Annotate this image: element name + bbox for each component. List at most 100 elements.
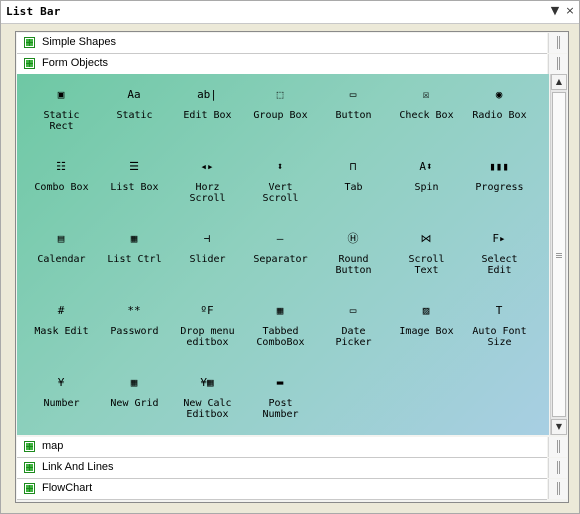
mask-edit-icon: #: [57, 303, 65, 317]
toolbox-item-label: Static: [116, 110, 153, 121]
toolbox-item[interactable]: ⬚ Group Box: [244, 82, 317, 148]
horz-scroll-icon: ◂▸: [200, 159, 214, 173]
toolbox-item-label: Button: [335, 110, 372, 121]
toolbox-item-label: Image Box: [399, 326, 454, 337]
scroll-thumb[interactable]: [552, 92, 566, 417]
toolbox-item-label: Mask Edit: [34, 326, 89, 337]
scroll-down-button[interactable]: ▼: [551, 419, 567, 435]
section-flowchart[interactable]: FlowChart: [17, 479, 567, 500]
section-label: FlowChart: [42, 482, 93, 494]
section-simple-shapes[interactable]: Simple Shapes: [17, 33, 567, 54]
close-icon[interactable]: ×: [563, 4, 577, 18]
group-box-icon: ⬚: [276, 87, 284, 101]
toolbox-item[interactable]: ▦ New Grid: [98, 370, 171, 435]
toolbox-item-label: Select Edit: [481, 254, 518, 276]
toolbox-item-label: Check Box: [399, 110, 454, 121]
radio-box-icon: ◉: [495, 87, 503, 101]
image-box-icon: ▨: [422, 303, 430, 317]
toolbox-item[interactable]: ⬍ Vert Scroll: [244, 154, 317, 220]
toolbox-item[interactable]: ¥ Number: [25, 370, 98, 435]
scroll-up-button[interactable]: ▲: [551, 74, 567, 90]
toolbox-item[interactable]: A⬍ Spin: [390, 154, 463, 220]
toolbox-item-label: Password: [110, 326, 159, 337]
section-label: Link And Lines: [42, 461, 114, 473]
toolbox-item[interactable]: F▸ Select Edit: [463, 226, 536, 292]
section-handle: [548, 54, 567, 74]
grid-icon: [24, 441, 35, 452]
form-objects-content: ▣ Static Rect Aa Static ab| Edit Box ⬚ Group Bo…: [17, 74, 549, 435]
toolbox-item-label: Group Box: [253, 110, 308, 121]
separator-icon: —: [276, 231, 284, 245]
toolbox-item[interactable]: ☒ Check Box: [390, 82, 463, 148]
toolbox-item[interactable]: ⊓ Tab: [317, 154, 390, 220]
grid-icon: [24, 58, 35, 69]
section-handle: [548, 479, 567, 499]
number-icon: ¥: [57, 375, 65, 389]
toolbox-item[interactable]: # Mask Edit: [25, 298, 98, 364]
toolbox-item[interactable]: Ⓗ Round Button: [317, 226, 390, 292]
toolbox-item-label: Vert Scroll: [262, 182, 299, 204]
toolbox-item[interactable]: ⋈ Scroll Text: [390, 226, 463, 292]
post-number-icon: ▬: [276, 375, 284, 389]
toolbox-item[interactable]: ab| Edit Box: [171, 82, 244, 148]
toolbox-item-label: Calendar: [37, 254, 86, 265]
toolbox-item-label: Separator: [253, 254, 308, 265]
toolbox-item[interactable]: ºF Drop menu editbox: [171, 298, 244, 364]
toolbox-item-label: New Grid: [110, 398, 159, 409]
toolbox-item[interactable]: — Separator: [244, 226, 317, 292]
title-bar: List Bar ▼ ×: [1, 1, 579, 24]
window-title: List Bar: [6, 5, 61, 18]
grid-icon: [24, 37, 35, 48]
toolbox-item[interactable]: ▣ Static Rect: [25, 82, 98, 148]
toolbox-item[interactable]: ☷ Combo Box: [25, 154, 98, 220]
static-rect-icon: ▣: [57, 87, 65, 101]
toolbox-item[interactable]: ▬ Post Number: [244, 370, 317, 435]
toolbox-item[interactable]: ▨ Image Box: [390, 298, 463, 364]
new-calc-editbox-icon: ¥▦: [200, 375, 214, 389]
section-handle: [548, 33, 567, 53]
toolbox-item[interactable]: ⊣ Slider: [171, 226, 244, 292]
new-grid-icon: ▦: [130, 375, 138, 389]
toolbox-item[interactable]: ◉ Radio Box: [463, 82, 536, 148]
toolbox-item-label: Horz Scroll: [189, 182, 226, 204]
toolbox-item-label: New Calc Editbox: [183, 398, 232, 420]
button-icon: ▭: [349, 87, 357, 101]
auto-font-size-icon: T: [495, 303, 503, 317]
toolbox-item[interactable]: ¥▦ New Calc Editbox: [171, 370, 244, 435]
toolbox-item[interactable]: ▦ List Ctrl: [98, 226, 171, 292]
slider-icon: ⊣: [203, 231, 211, 245]
list-box-icon: ☰: [129, 159, 139, 173]
vert-scroll-icon: ⬍: [276, 159, 284, 173]
toolbox-item-label: Scroll Text: [408, 254, 445, 276]
toolbox-item[interactable]: ▭ Button: [317, 82, 390, 148]
section-handle: [548, 458, 567, 478]
select-edit-icon: F▸: [492, 231, 506, 245]
password-icon: **: [127, 303, 141, 317]
toolbox-item[interactable]: T Auto Font Size: [463, 298, 536, 364]
section-form-objects[interactable]: Form Objects: [17, 54, 567, 75]
section-link-and-lines[interactable]: Link And Lines: [17, 458, 567, 479]
toolbox-item-label: List Ctrl: [107, 254, 162, 265]
drop-menu-editbox-icon: ºF: [200, 303, 214, 317]
toolbox-item[interactable]: ▤ Calendar: [25, 226, 98, 292]
toolbox-item[interactable]: Aa Static: [98, 82, 171, 148]
pin-dropdown-icon[interactable]: ▼: [548, 4, 562, 18]
section-map[interactable]: map: [17, 437, 567, 458]
progress-icon: ▮▮▮: [489, 159, 509, 173]
section-label: Simple Shapes: [42, 36, 116, 48]
toolbox-item-label: Round Button: [335, 254, 372, 276]
toolbox-item[interactable]: ▮▮▮ Progress: [463, 154, 536, 220]
toolbox-item-label: Tab: [344, 182, 363, 193]
section-label: map: [42, 440, 64, 452]
grid-icon: [24, 462, 35, 473]
vertical-scrollbar[interactable]: ▲ ▼: [550, 74, 567, 435]
toolbox-item[interactable]: ** Password: [98, 298, 171, 364]
toolbox-item[interactable]: ▭ Date Picker: [317, 298, 390, 364]
scroll-text-icon: ⋈: [420, 231, 432, 245]
toolbox-item[interactable]: ▦ Tabbed ComboBox: [244, 298, 317, 364]
spin-icon: A⬍: [419, 159, 433, 173]
toolbox-item[interactable]: ☰ List Box: [98, 154, 171, 220]
toolbox-item-label: Edit Box: [183, 110, 232, 121]
toolbox-item[interactable]: ◂▸ Horz Scroll: [171, 154, 244, 220]
toolbox-item-label: Progress: [475, 182, 524, 193]
